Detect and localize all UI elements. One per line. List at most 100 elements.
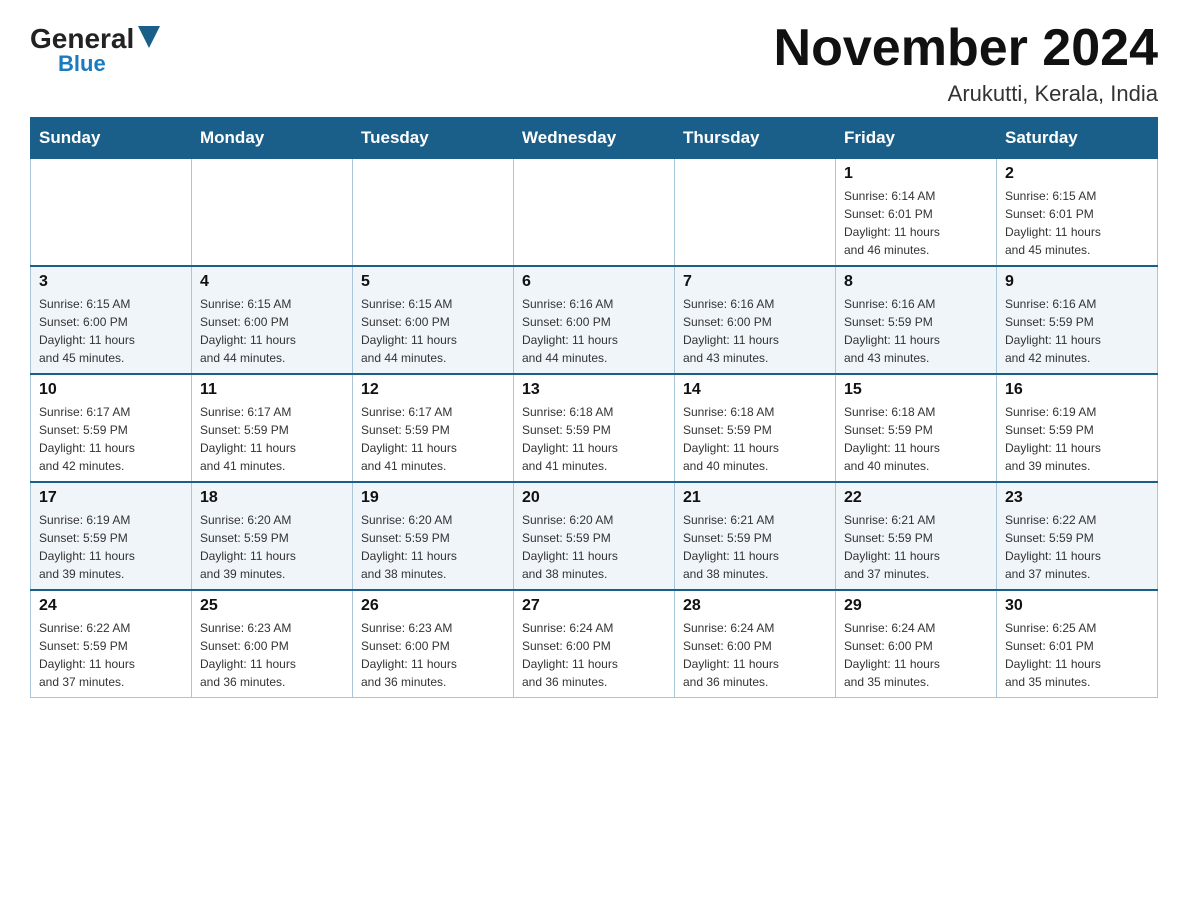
day-number: 29 (844, 597, 988, 615)
day-number: 14 (683, 381, 827, 399)
day-number: 5 (361, 273, 505, 291)
day-number: 28 (683, 597, 827, 615)
calendar-cell: 26 Sunrise: 6:23 AM Sunset: 6:00 PM Dayli… (353, 590, 514, 698)
day-number: 27 (522, 597, 666, 615)
calendar-cell: 14 Sunrise: 6:18 AM Sunset: 5:59 PM Dayli… (675, 374, 836, 482)
calendar-cell: 16 Sunrise: 6:19 AM Sunset: 5:59 PM Dayli… (997, 374, 1158, 482)
day-info: Sunrise: 6:25 AM Sunset: 6:01 PM Dayligh… (1005, 619, 1149, 691)
calendar-cell: 24 Sunrise: 6:22 AM Sunset: 5:59 PM Dayli… (31, 590, 192, 698)
calendar-cell: 15Sunrise: 6:18 AM Sunset: 5:59 PM Dayli… (836, 374, 997, 482)
day-number: 18 (200, 489, 344, 507)
day-info: Sunrise: 6:14 AM Sunset: 6:01 PM Dayligh… (844, 187, 988, 259)
day-number: 9 (1005, 273, 1149, 291)
calendar-cell: 5 Sunrise: 6:15 AM Sunset: 6:00 PM Daylig… (353, 266, 514, 374)
day-number: 19 (361, 489, 505, 507)
day-number: 16 (1005, 381, 1149, 399)
calendar-header-monday: Monday (192, 118, 353, 159)
day-info: Sunrise: 6:16 AM Sunset: 5:59 PM Dayligh… (844, 295, 988, 367)
calendar-cell: 9 Sunrise: 6:16 AM Sunset: 5:59 PM Daylig… (997, 266, 1158, 374)
calendar-cell (353, 159, 514, 267)
day-info: Sunrise: 6:18 AM Sunset: 5:59 PM Dayligh… (683, 403, 827, 475)
calendar-cell: 30 Sunrise: 6:25 AM Sunset: 6:01 PM Dayli… (997, 590, 1158, 698)
calendar-cell: 29 Sunrise: 6:24 AM Sunset: 6:00 PM Dayli… (836, 590, 997, 698)
day-number: 7 (683, 273, 827, 291)
day-info: Sunrise: 6:24 AM Sunset: 6:00 PM Dayligh… (844, 619, 988, 691)
day-info: Sunrise: 6:15 AM Sunset: 6:00 PM Dayligh… (39, 295, 183, 367)
day-info: Sunrise: 6:15 AM Sunset: 6:01 PM Dayligh… (1005, 187, 1149, 259)
page-title: November 2024 (774, 20, 1158, 77)
calendar-cell: 3 Sunrise: 6:15 AM Sunset: 6:00 PM Daylig… (31, 266, 192, 374)
day-number: 30 (1005, 597, 1149, 615)
calendar-week-2: 3 Sunrise: 6:15 AM Sunset: 6:00 PM Daylig… (31, 266, 1158, 374)
calendar-header-wednesday: Wednesday (514, 118, 675, 159)
day-info: Sunrise: 6:18 AM Sunset: 5:59 PM Dayligh… (522, 403, 666, 475)
day-info: Sunrise: 6:15 AM Sunset: 6:00 PM Dayligh… (361, 295, 505, 367)
calendar-cell: 25 Sunrise: 6:23 AM Sunset: 6:00 PM Dayli… (192, 590, 353, 698)
day-number: 2 (1005, 165, 1149, 183)
day-info: Sunrise: 6:20 AM Sunset: 5:59 PM Dayligh… (522, 511, 666, 583)
day-number: 10 (39, 381, 183, 399)
day-number: 24 (39, 597, 183, 615)
calendar-cell: 12Sunrise: 6:17 AM Sunset: 5:59 PM Dayli… (353, 374, 514, 482)
logo-triangle-icon (138, 26, 160, 48)
day-info: Sunrise: 6:24 AM Sunset: 6:00 PM Dayligh… (683, 619, 827, 691)
day-info: Sunrise: 6:24 AM Sunset: 6:00 PM Dayligh… (522, 619, 666, 691)
calendar-week-3: 10 Sunrise: 6:17 AM Sunset: 5:59 PM Dayli… (31, 374, 1158, 482)
calendar-cell (31, 159, 192, 267)
calendar-cell: 20Sunrise: 6:20 AM Sunset: 5:59 PM Dayli… (514, 482, 675, 590)
day-info: Sunrise: 6:23 AM Sunset: 6:00 PM Dayligh… (200, 619, 344, 691)
day-number: 26 (361, 597, 505, 615)
calendar-cell: 2 Sunrise: 6:15 AM Sunset: 6:01 PM Daylig… (997, 159, 1158, 267)
day-info: Sunrise: 6:19 AM Sunset: 5:59 PM Dayligh… (1005, 403, 1149, 475)
day-number: 11 (200, 381, 344, 399)
day-number: 25 (200, 597, 344, 615)
calendar-header-tuesday: Tuesday (353, 118, 514, 159)
day-number: 12 (361, 381, 505, 399)
day-number: 4 (200, 273, 344, 291)
day-info: Sunrise: 6:16 AM Sunset: 5:59 PM Dayligh… (1005, 295, 1149, 367)
logo-blue-text: Blue (58, 53, 106, 75)
day-info: Sunrise: 6:22 AM Sunset: 5:59 PM Dayligh… (1005, 511, 1149, 583)
calendar-header-saturday: Saturday (997, 118, 1158, 159)
day-number: 6 (522, 273, 666, 291)
calendar-cell: 1 Sunrise: 6:14 AM Sunset: 6:01 PM Daylig… (836, 159, 997, 267)
day-info: Sunrise: 6:15 AM Sunset: 6:00 PM Dayligh… (200, 295, 344, 367)
day-info: Sunrise: 6:17 AM Sunset: 5:59 PM Dayligh… (39, 403, 183, 475)
day-number: 1 (844, 165, 988, 183)
calendar-cell: 8Sunrise: 6:16 AM Sunset: 5:59 PM Daylig… (836, 266, 997, 374)
day-info: Sunrise: 6:20 AM Sunset: 5:59 PM Dayligh… (200, 511, 344, 583)
calendar-cell: 10 Sunrise: 6:17 AM Sunset: 5:59 PM Dayli… (31, 374, 192, 482)
calendar-week-5: 24 Sunrise: 6:22 AM Sunset: 5:59 PM Dayli… (31, 590, 1158, 698)
day-info: Sunrise: 6:16 AM Sunset: 6:00 PM Dayligh… (522, 295, 666, 367)
day-info: Sunrise: 6:22 AM Sunset: 5:59 PM Dayligh… (39, 619, 183, 691)
calendar-cell: 19Sunrise: 6:20 AM Sunset: 5:59 PM Dayli… (353, 482, 514, 590)
calendar-cell (675, 159, 836, 267)
calendar-table: SundayMondayTuesdayWednesdayThursdayFrid… (30, 117, 1158, 698)
calendar-header-friday: Friday (836, 118, 997, 159)
calendar-cell: 6 Sunrise: 6:16 AM Sunset: 6:00 PM Daylig… (514, 266, 675, 374)
calendar-cell: 17Sunrise: 6:19 AM Sunset: 5:59 PM Dayli… (31, 482, 192, 590)
calendar-cell: 4 Sunrise: 6:15 AM Sunset: 6:00 PM Daylig… (192, 266, 353, 374)
page-header: General Blue November 2024 Arukutti, Ker… (30, 20, 1158, 107)
calendar-week-4: 17Sunrise: 6:19 AM Sunset: 5:59 PM Dayli… (31, 482, 1158, 590)
calendar-cell: 28 Sunrise: 6:24 AM Sunset: 6:00 PM Dayli… (675, 590, 836, 698)
day-info: Sunrise: 6:21 AM Sunset: 5:59 PM Dayligh… (844, 511, 988, 583)
calendar-cell (514, 159, 675, 267)
logo-general-text: General (30, 25, 134, 53)
day-info: Sunrise: 6:23 AM Sunset: 6:00 PM Dayligh… (361, 619, 505, 691)
calendar-cell: 18 Sunrise: 6:20 AM Sunset: 5:59 PM Dayli… (192, 482, 353, 590)
calendar-cell: 22 Sunrise: 6:21 AM Sunset: 5:59 PM Dayli… (836, 482, 997, 590)
calendar-header-row: SundayMondayTuesdayWednesdayThursdayFrid… (31, 118, 1158, 159)
calendar-header-thursday: Thursday (675, 118, 836, 159)
calendar-cell: 7Sunrise: 6:16 AM Sunset: 6:00 PM Daylig… (675, 266, 836, 374)
day-info: Sunrise: 6:17 AM Sunset: 5:59 PM Dayligh… (200, 403, 344, 475)
day-number: 22 (844, 489, 988, 507)
day-info: Sunrise: 6:19 AM Sunset: 5:59 PM Dayligh… (39, 511, 183, 583)
day-number: 3 (39, 273, 183, 291)
title-area: November 2024 Arukutti, Kerala, India (774, 20, 1158, 107)
calendar-cell: 27 Sunrise: 6:24 AM Sunset: 6:00 PM Dayli… (514, 590, 675, 698)
logo: General Blue (30, 20, 160, 75)
page-subtitle: Arukutti, Kerala, India (774, 81, 1158, 107)
day-number: 13 (522, 381, 666, 399)
day-info: Sunrise: 6:18 AM Sunset: 5:59 PM Dayligh… (844, 403, 988, 475)
